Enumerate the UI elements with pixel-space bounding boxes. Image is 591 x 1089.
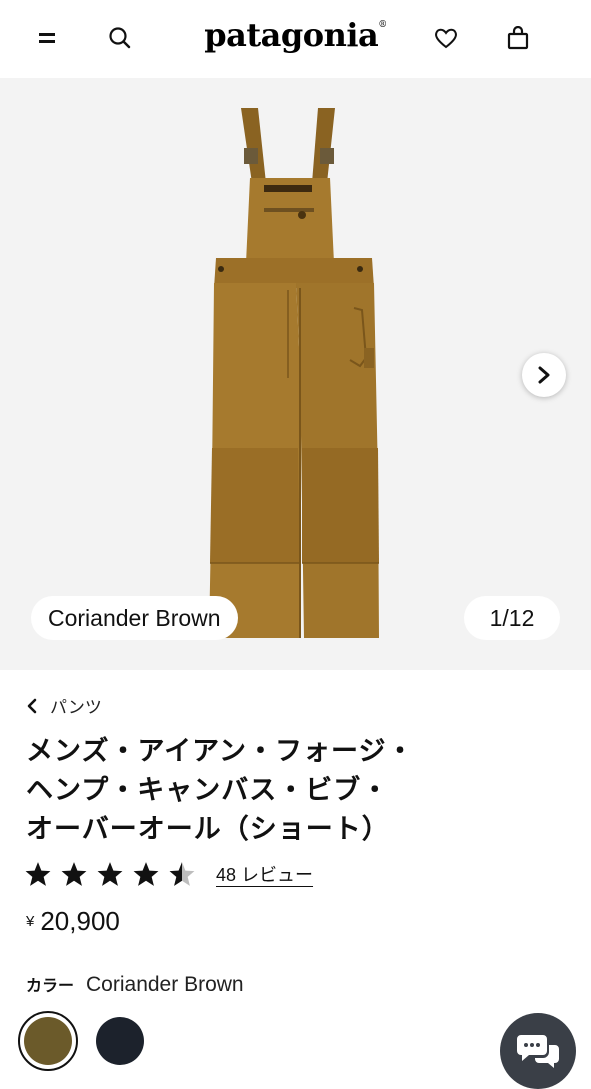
product-title: メンズ・アイアン・フォージ・ ヘンプ・キャンバス・ビブ・ オーバーオール（ショー…: [26, 732, 546, 849]
reviews-link[interactable]: 48 レビュー: [216, 861, 313, 887]
price-amount: 20,900: [40, 906, 120, 936]
product-image: [209, 108, 379, 638]
chat-button[interactable]: [500, 1013, 576, 1089]
bag-icon[interactable]: [500, 20, 536, 56]
image-counter: 1/12: [464, 596, 560, 640]
star-rating: [24, 861, 196, 887]
title-line: オーバーオール（ショート）: [26, 814, 390, 845]
site-header: patagonia®: [0, 0, 591, 79]
next-image-button[interactable]: [522, 353, 566, 397]
swatch-fill: [96, 1017, 144, 1065]
chat-bubble-icon: [517, 1035, 559, 1068]
star-full-icon: [25, 862, 51, 886]
price: ¥20,900: [26, 906, 120, 937]
color-swatch-dark[interactable]: [90, 1011, 150, 1071]
breadcrumb[interactable]: パンツ: [26, 693, 102, 718]
star-full-icon: [133, 862, 159, 886]
heart-icon[interactable]: [428, 20, 464, 56]
chevron-right-icon: [538, 366, 550, 384]
star-half-icon: [169, 862, 195, 886]
title-line: ヘンプ・キャンバス・ビブ・: [26, 775, 390, 806]
color-label: カラー: [26, 976, 75, 995]
selected-color-name: Coriander Brown: [86, 973, 244, 996]
currency-symbol: ¥: [26, 913, 35, 930]
star-full-icon: [61, 862, 87, 886]
color-selection-label: カラー Coriander Brown: [26, 972, 244, 997]
image-color-label: Coriander Brown: [31, 596, 238, 640]
chevron-left-icon: [26, 698, 38, 714]
title-line: メンズ・アイアン・フォージ・: [26, 736, 415, 767]
rating-row: 48 レビュー: [24, 861, 313, 887]
breadcrumb-label: パンツ: [50, 698, 102, 718]
swatch-fill: [24, 1017, 72, 1065]
star-full-icon: [97, 862, 123, 886]
color-swatch-coriander-brown[interactable]: [18, 1011, 78, 1071]
product-image-gallery[interactable]: Coriander Brown 1/12: [0, 78, 591, 670]
